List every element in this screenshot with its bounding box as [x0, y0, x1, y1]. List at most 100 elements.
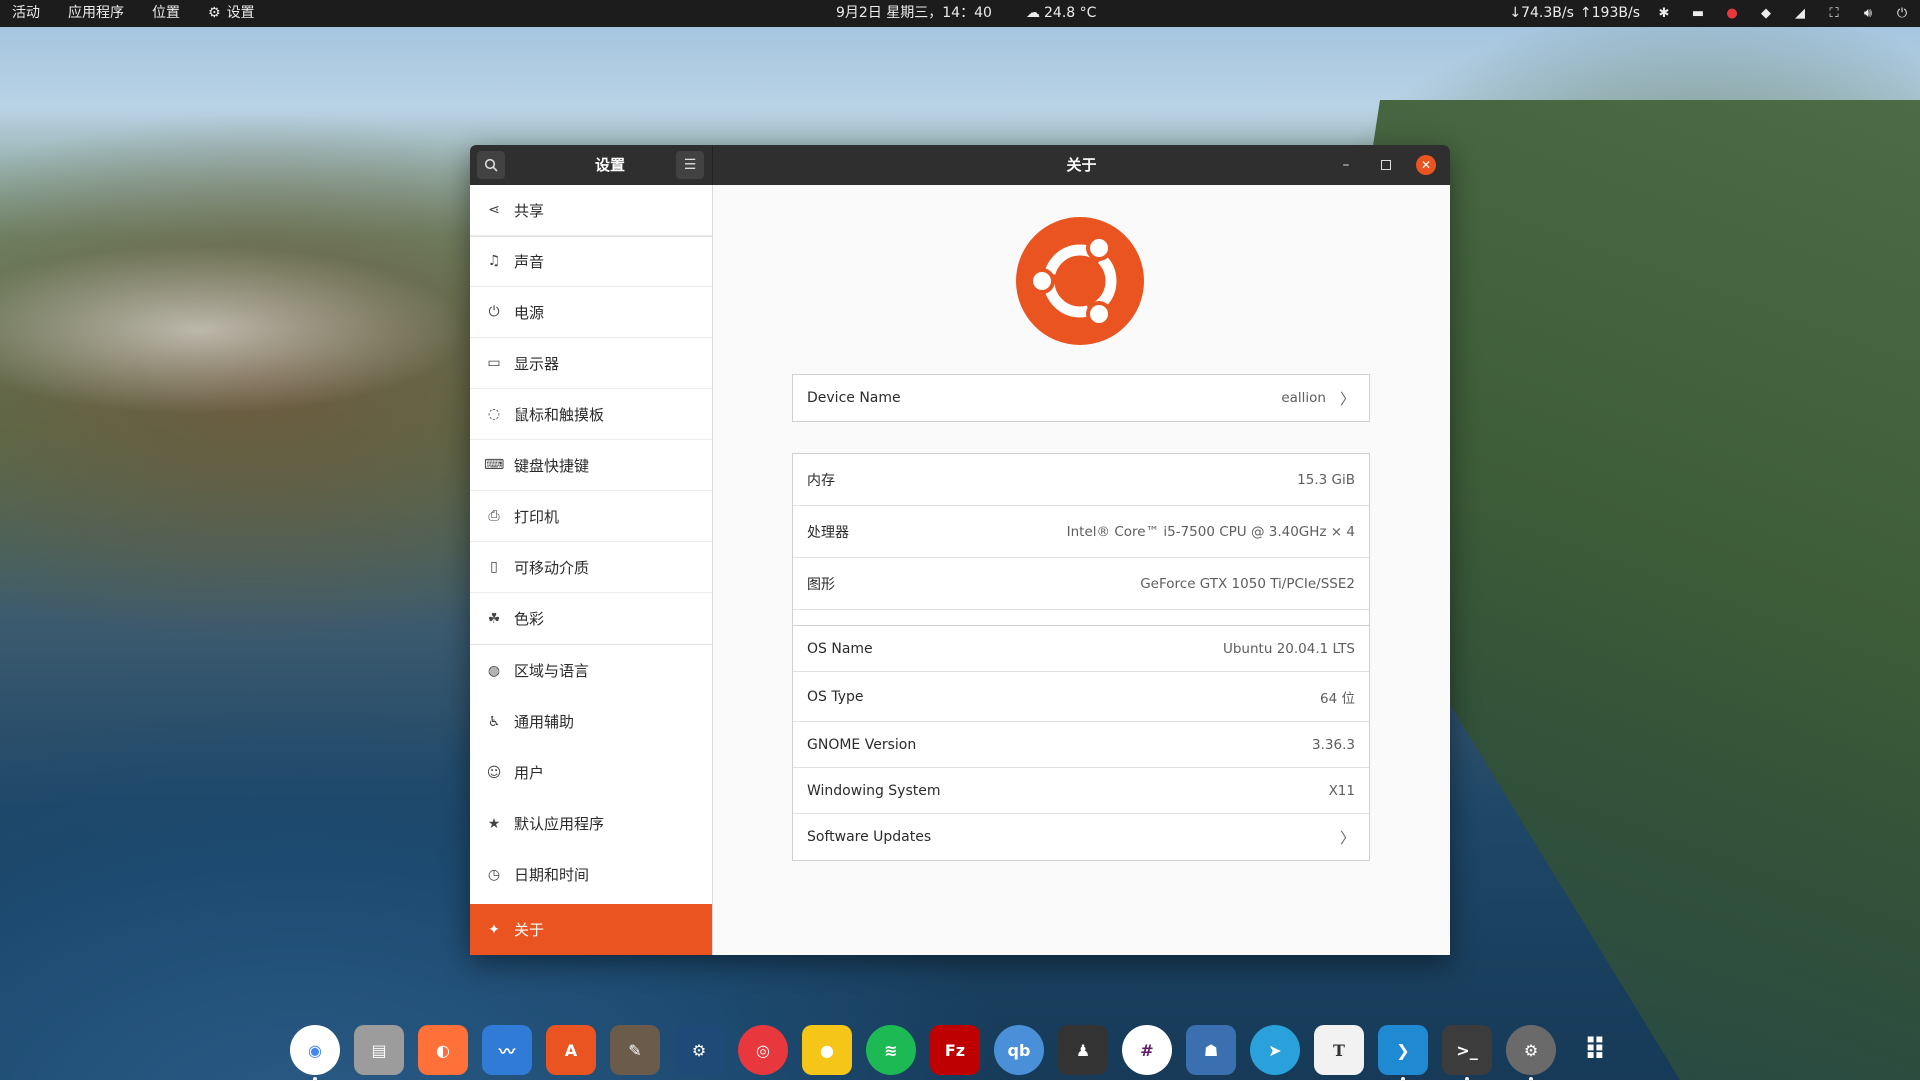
- sidebar-item[interactable]: ★ 默认应用程序: [470, 798, 712, 849]
- sidebar-item[interactable]: ♿ 通用辅助: [470, 696, 712, 747]
- sidebar-item[interactable]: ▭ 显示器: [470, 338, 712, 389]
- sidebar-item-label: 共享: [514, 201, 545, 220]
- search-button[interactable]: [477, 151, 505, 179]
- sidebar-item[interactable]: ▯ 可移动介质: [470, 542, 712, 593]
- dock-spotify[interactable]: ≋: [866, 1025, 916, 1075]
- system-monitor-icon: 〰: [498, 1042, 515, 1061]
- message-tray-icon[interactable]: ▬: [1688, 0, 1708, 27]
- applications-menu[interactable]: 应用程序: [68, 0, 124, 27]
- device-name-row[interactable]: Device Name eallion 〉: [793, 375, 1369, 421]
- chevron-right-icon: 〉: [1339, 389, 1355, 408]
- sidebar-item[interactable]: ◌ 鼠标和触摸板: [470, 389, 712, 440]
- info-value: 〉: [1340, 827, 1355, 848]
- dock-typora[interactable]: T: [1314, 1025, 1364, 1075]
- dock-settings[interactable]: ⚙: [1506, 1025, 1556, 1081]
- sidebar-item[interactable]: ◷ 日期和时间: [470, 849, 712, 900]
- header-bar: 设置 ☰ 关于 – ✕: [470, 145, 1450, 185]
- device-name-label: Device Name: [807, 390, 901, 406]
- red-tray-icon[interactable]: ●: [1722, 0, 1742, 27]
- sidebar-item[interactable]: ⏻ 电源: [470, 287, 712, 338]
- sidebar-item[interactable]: ⋖ 共享: [470, 185, 712, 236]
- activities-button[interactable]: 活动: [12, 0, 40, 27]
- globe-icon: ◍: [487, 662, 501, 679]
- dock-app-red[interactable]: ◎: [738, 1025, 788, 1075]
- sidebar: ⋖ 共享 ♫ 声音 ⏻ 电源 ▭ 显示器 ◌ 鼠标和触摸板 ⌨ 键盘快捷键 ⎙ 打印机 ▯ 可移动介质 ☘ 色彩 ◍…: [470, 185, 713, 955]
- sidebar-item[interactable]: ♫ 声音: [470, 236, 712, 287]
- sidebar-item[interactable]: ☘ 色彩: [470, 593, 712, 644]
- dock-firefox[interactable]: ◐: [418, 1025, 468, 1075]
- minimize-button[interactable]: –: [1336, 155, 1356, 175]
- sidebar-title: 设置: [594, 156, 625, 174]
- sidebar-item[interactable]: ⌨ 键盘快捷键: [470, 440, 712, 491]
- accessibility-icon: ♿: [487, 713, 501, 730]
- info-value: Intel® Core™ i5-7500 CPU @ 3.40GHz × 4: [1066, 523, 1355, 540]
- network-tray-icon[interactable]: ⛶: [1824, 0, 1844, 27]
- volume-icon[interactable]: 🔊︎: [1858, 0, 1878, 27]
- sidebar-item-label: 区域与语言: [514, 662, 590, 680]
- info-label: GNOME Version: [807, 736, 917, 753]
- sidebar-item-label: 色彩: [514, 610, 545, 628]
- sidebar-item[interactable]: ◍ 区域与语言: [470, 645, 712, 696]
- slack-tray-icon[interactable]: ✱: [1654, 0, 1674, 27]
- red-app-icon: ◎: [756, 1040, 770, 1060]
- weather-indicator[interactable]: ☁ 24.8 °C: [1026, 0, 1096, 27]
- places-menu[interactable]: 位置: [152, 0, 180, 27]
- info-label: 处理器: [807, 524, 849, 541]
- dropbox-tray-icon[interactable]: ◆: [1756, 0, 1776, 27]
- dock-game[interactable]: ☗: [1186, 1025, 1236, 1075]
- dock-slack[interactable]: #: [1122, 1025, 1172, 1075]
- sidebar-item-label: 默认应用程序: [514, 815, 605, 833]
- color-icon: ☘: [487, 610, 501, 627]
- device-name-panel: Device Name eallion 〉: [792, 374, 1370, 422]
- software-center-icon: A: [564, 1040, 578, 1060]
- lightbulb-icon: ●: [820, 1040, 834, 1060]
- info-label: Windowing System: [807, 782, 941, 799]
- wifi-tray-icon[interactable]: ◢: [1790, 0, 1810, 27]
- dock-chrome[interactable]: ◉: [290, 1025, 340, 1081]
- sidebar-item-label: 打印机: [514, 507, 560, 526]
- info-value: 3.36.3: [1312, 736, 1355, 753]
- cloud-icon: ☁: [1026, 5, 1040, 21]
- sidebar-item[interactable]: ⎙ 打印机: [470, 491, 712, 542]
- sparkle-icon: ✦: [488, 921, 500, 938]
- info-value: GeForce GTX 1050 Ti/PCIe/SSE2: [1140, 575, 1355, 592]
- dock-qbittorrent[interactable]: qb: [994, 1025, 1044, 1075]
- maximize-button[interactable]: [1376, 155, 1396, 175]
- info-row: Windowing System X11: [793, 768, 1369, 814]
- search-icon: [484, 158, 498, 172]
- info-value: 15.3 GiB: [1297, 471, 1355, 488]
- app-menu[interactable]: ⚙ 设置: [208, 0, 255, 27]
- sidebar-separator: [470, 236, 712, 237]
- dock-vscode[interactable]: ❯: [1378, 1025, 1428, 1081]
- app-grid-icon: ⠿: [1583, 1032, 1607, 1068]
- network-speed[interactable]: ↓74.3B/s ↑193B/s: [1509, 0, 1640, 27]
- top-bar: 活动 应用程序 位置 ⚙ 设置 9月2日 星期三，14：40 ☁ 24.8 °C…: [0, 0, 1920, 27]
- info-label: OS Type: [807, 688, 864, 705]
- sidebar-item[interactable]: ☺ 用户: [470, 747, 712, 798]
- sidebar-item-label: 鼠标和触摸板: [514, 405, 605, 424]
- sidebar-item[interactable]: ✦ 关于: [470, 904, 712, 955]
- sidebar-item-label: 显示器: [514, 354, 560, 373]
- running-indicator: [1401, 1077, 1405, 1081]
- dock-terminal[interactable]: >_: [1442, 1025, 1492, 1081]
- dock-notes[interactable]: ●: [802, 1025, 852, 1075]
- dock-gimp[interactable]: ✎: [610, 1025, 660, 1075]
- steam-icon: ⚙: [691, 1040, 707, 1060]
- display-icon: ▭: [487, 355, 501, 371]
- dock-files[interactable]: ▤: [354, 1025, 404, 1075]
- removable-media-icon: ▯: [490, 559, 498, 575]
- info-row: 图形 GeForce GTX 1050 Ti/PCIe/SSE2: [793, 558, 1369, 610]
- menu-button[interactable]: ☰: [676, 151, 704, 179]
- dock-filezilla[interactable]: Fz: [930, 1025, 980, 1075]
- dock-system-monitor[interactable]: 〰: [482, 1025, 532, 1075]
- info-row: 内存 15.3 GiB: [793, 454, 1369, 506]
- dock-show-apps[interactable]: ⠿: [1570, 1025, 1620, 1075]
- dock-telegram[interactable]: ➤: [1250, 1025, 1300, 1075]
- clock[interactable]: 9月2日 星期三，14：40: [836, 0, 992, 27]
- dock-qq[interactable]: ♟: [1058, 1025, 1108, 1075]
- dock-steam[interactable]: ⚙: [674, 1025, 724, 1075]
- dock-software-center[interactable]: A: [546, 1025, 596, 1075]
- info-row[interactable]: Software Updates 〉: [793, 814, 1369, 860]
- power-menu-icon[interactable]: ⏻: [1892, 0, 1912, 27]
- close-button[interactable]: ✕: [1416, 155, 1436, 175]
